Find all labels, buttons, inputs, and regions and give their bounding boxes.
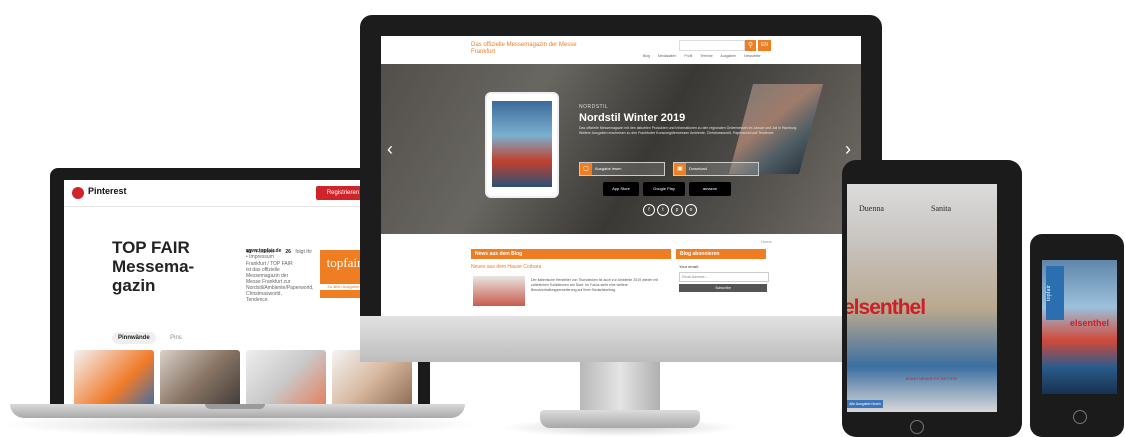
tablet-brand-left: Duenna (859, 204, 884, 213)
hero-overlay (381, 64, 861, 234)
read-issue-select[interactable]: ▢ Ausgabe lesen (579, 162, 665, 176)
tab-boards[interactable]: Pinnwände (112, 332, 156, 344)
hero-title: Nordstil Winter 2019 (579, 112, 686, 124)
blog-section-header: News aus dem Blog (471, 249, 671, 259)
hero-slider: NORDSTIL Nordstil Winter 2019 Das offizi… (381, 64, 861, 234)
magazine-cover (492, 101, 552, 187)
facebook-icon[interactable]: f (643, 204, 655, 216)
pin-thumbnail[interactable] (74, 350, 154, 408)
tablet-cover-tagline: JEANS NEVER FIT BETTER (905, 376, 957, 381)
site-title[interactable]: Das offizielle Messemagazin der Messe Fr… (471, 42, 581, 56)
stat-following-label: folgt Ihr (295, 249, 313, 255)
phone-screen: topfair elsenthel (1042, 260, 1117, 394)
pin-thumbnail[interactable] (246, 350, 326, 408)
main-nav: Blog Mediadaten Profil Termine Ausgaben … (643, 54, 768, 58)
read-issue-label: Ausgabe lesen (595, 166, 622, 171)
blog-post-link[interactable]: Neues aus dem Hause Corbara (471, 264, 541, 270)
monitor-chin (360, 316, 882, 362)
board-title: TOP FAIR Messema-gazin (112, 238, 195, 295)
pinterest-logo-icon[interactable] (72, 187, 84, 199)
stat-following-value: 26 (285, 249, 291, 255)
slider-next-icon[interactable]: › (845, 139, 851, 160)
hero-tablet-image (485, 92, 559, 198)
nav-item-ausgaben[interactable]: Ausgaben (720, 54, 736, 58)
blog-post-image[interactable] (473, 276, 525, 306)
app-store-badge[interactable]: App Store (603, 182, 639, 196)
site-handle[interactable]: • Impressum (246, 254, 274, 260)
phone-cover-headline: elsenthel (1070, 318, 1110, 328)
nav-item-profil[interactable]: Profil (684, 54, 692, 58)
amazon-badge[interactable]: amazon (689, 182, 731, 196)
tablet-cover-headline: elsenthel (847, 296, 926, 319)
download-label: Download (689, 166, 707, 171)
tablet-home-button[interactable] (910, 420, 924, 434)
laptop-notch (205, 404, 265, 409)
monitor-screen: Das offizielle Messemagazin der Messe Fr… (381, 36, 861, 338)
monitor-stand-foot (540, 410, 700, 428)
email-field[interactable]: Email-Adresse... (679, 272, 769, 282)
folder-icon: ▣ (674, 163, 686, 175)
subscribe-button[interactable]: Subscribe (679, 284, 767, 292)
email-label: Your email: (679, 264, 699, 269)
tablet-brand-right: Sanita (931, 204, 951, 213)
monitor-stand-neck (580, 362, 660, 414)
pin-thumbnail[interactable] (160, 350, 240, 408)
language-button[interactable]: EN (758, 40, 771, 51)
search-icon[interactable]: ⚲ (745, 40, 756, 51)
search-input[interactable] (679, 40, 745, 51)
hero-body: Das offizielle Messemagazin mit den aktu… (579, 126, 798, 135)
blog-post-excerpt: Der italienische Hersteller von Tischdec… (531, 278, 659, 292)
breadcrumb[interactable]: Home (761, 239, 772, 244)
tab-pins[interactable]: Pins (164, 332, 188, 344)
instagram-icon[interactable]: o (685, 204, 697, 216)
tablet-icon: ▢ (580, 163, 592, 175)
nav-item-termine[interactable]: Termine (700, 54, 712, 58)
nav-item-newsletter[interactable]: Newsletter (744, 54, 761, 58)
nav-item-blog[interactable]: Blog (643, 54, 650, 58)
pinterest-brand: Pinterest (88, 186, 127, 196)
board-description: Frankfurt / TOP FAIR ist das offizielle … (246, 261, 314, 303)
subscribe-section-header: Blog abonnieren (676, 249, 766, 259)
nav-item-mediadaten[interactable]: Mediadaten (658, 54, 676, 58)
site-header: Das offizielle Messemagazin der Messe Fr… (381, 36, 861, 64)
tablet-read-button[interactable]: Alle Ausgaben lesen (847, 400, 883, 408)
pinterest-tabs: Pinnwände Pins (112, 326, 192, 344)
hero-kicker: NORDSTIL (579, 104, 609, 110)
topfair-logo-text: topfair (326, 255, 362, 270)
slider-prev-icon[interactable]: ‹ (387, 139, 393, 160)
download-select[interactable]: ▣ Download (673, 162, 759, 176)
pinterest-icon[interactable]: p (671, 204, 683, 216)
phone-home-button[interactable] (1073, 410, 1087, 424)
twitter-icon[interactable]: t (657, 204, 669, 216)
google-play-badge[interactable]: Google Play (643, 182, 685, 196)
tablet-screen: Duenna Sanita elsenthel JEANS NEVER FIT … (847, 184, 997, 412)
phone-topfair-logo: topfair (1046, 266, 1064, 320)
